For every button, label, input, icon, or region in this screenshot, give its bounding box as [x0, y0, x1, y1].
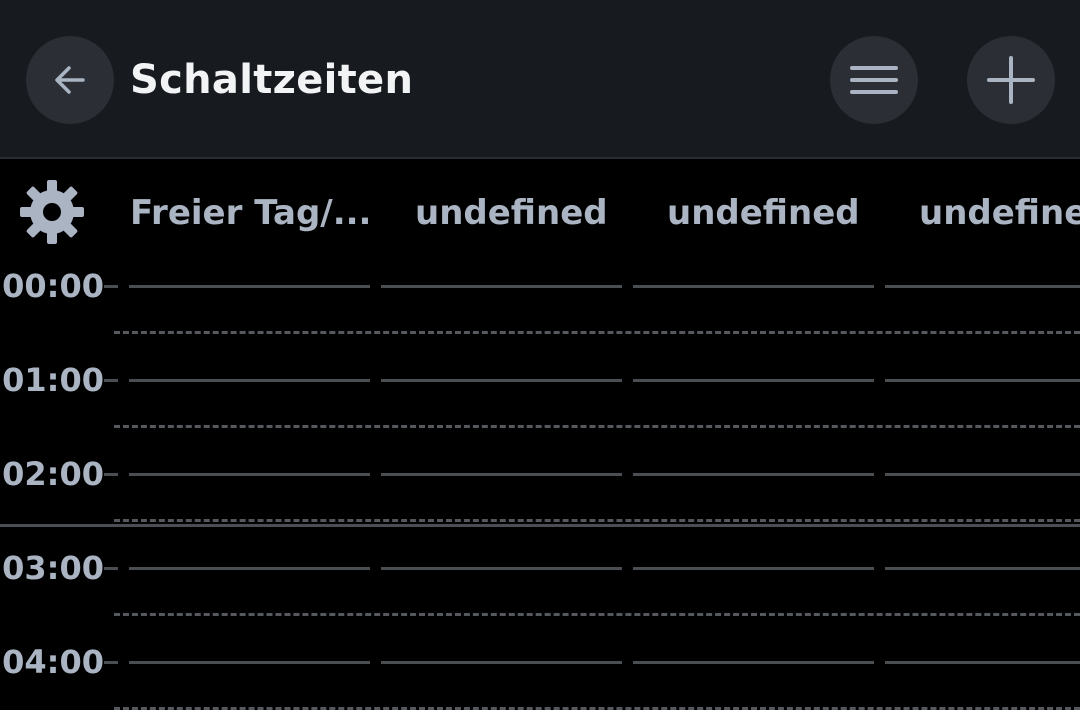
hour-slot-line: [633, 473, 874, 476]
hour-slot-line: [885, 661, 1080, 664]
hour-slot-line: [381, 661, 622, 664]
hour-tick: [104, 285, 118, 288]
time-grid[interactable]: 00:00 01:00 02:00 03:00 04:00: [0, 0, 1080, 710]
hour-slot-line: [633, 285, 874, 288]
hour-slot-line: [129, 379, 370, 382]
half-hour-line: [114, 519, 1080, 522]
hour-label: 03:00: [2, 549, 104, 587]
hour-slot-line: [381, 285, 622, 288]
hour-slot-line: [633, 661, 874, 664]
hour-slot-line: [129, 473, 370, 476]
schaltzeiten-screen: Schaltzeiten Freier Tag/... undefined un…: [0, 0, 1080, 710]
half-hour-line: [114, 613, 1080, 616]
half-hour-line: [114, 331, 1080, 334]
hour-label: 04:00: [2, 643, 104, 681]
hour-label: 00:00: [2, 267, 104, 305]
hour-tick: [104, 473, 118, 476]
hour-tick: [104, 661, 118, 664]
hour-slot-line: [129, 285, 370, 288]
hour-slot-line: [633, 567, 874, 570]
hour-slot-line: [129, 661, 370, 664]
hour-label: 02:00: [2, 455, 104, 493]
hour-slot-line: [885, 567, 1080, 570]
hour-slot-line: [633, 379, 874, 382]
hour-slot-line: [381, 473, 622, 476]
hour-tick: [104, 567, 118, 570]
current-time-line: [0, 524, 1080, 527]
hour-slot-line: [885, 379, 1080, 382]
hour-tick: [104, 379, 118, 382]
hour-label: 01:00: [2, 361, 104, 399]
hour-slot-line: [885, 473, 1080, 476]
half-hour-line: [114, 425, 1080, 428]
hour-slot-line: [381, 379, 622, 382]
hour-slot-line: [885, 285, 1080, 288]
hour-slot-line: [381, 567, 622, 570]
hour-slot-line: [129, 567, 370, 570]
